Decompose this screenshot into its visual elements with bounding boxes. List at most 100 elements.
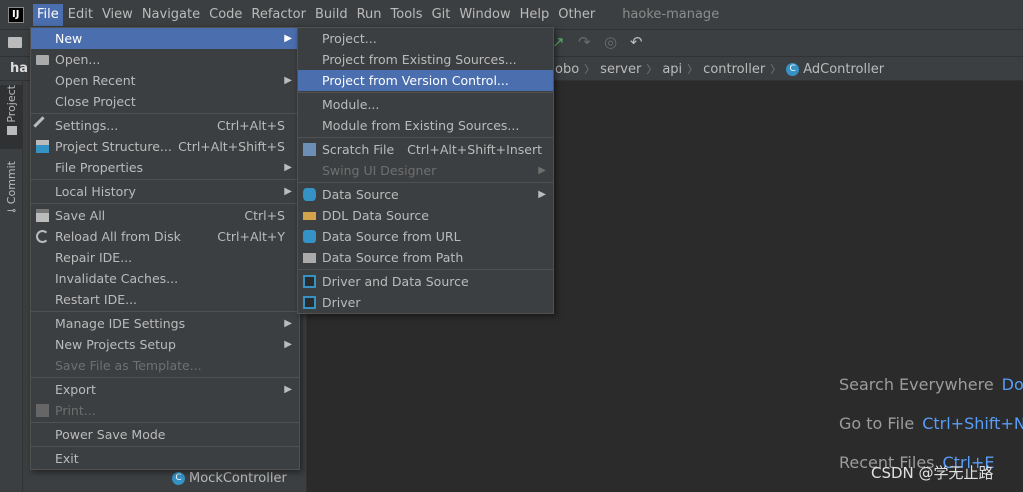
new-submenu: Project... Project from Existing Sources… [297, 27, 554, 314]
commit-icon: ⊸ [6, 204, 17, 218]
file-menu-manage-ide-settings[interactable]: Manage IDE Settings ▶ [31, 313, 299, 334]
menu-item-label: Invalidate Caches... [55, 271, 179, 286]
menu-item-label: Settings... [55, 118, 119, 133]
menu-item-label: Open Recent [55, 73, 136, 88]
menu-help[interactable]: Help [516, 4, 554, 26]
submenu-arrow-icon: ▶ [284, 75, 292, 86]
file-menu-save-as-template: Save File as Template... [31, 355, 299, 376]
menu-item-label: Repair IDE... [55, 250, 133, 265]
menu-file[interactable]: File [33, 3, 63, 26]
menu-item-label: Project Structure... [55, 139, 172, 154]
new-menu-project[interactable]: Project... [298, 28, 553, 49]
class-icon: C [786, 62, 800, 76]
file-menu-power-save-mode[interactable]: Power Save Mode [31, 424, 299, 445]
file-menu-invalidate-caches[interactable]: Invalidate Caches... [31, 268, 299, 289]
file-menu-restart-ide[interactable]: Restart IDE... [31, 289, 299, 310]
new-menu-ddl-data-source[interactable]: DDL Data Source [298, 205, 553, 226]
file-menu-project-structure[interactable]: Project Structure... Ctrl+Alt+Shift+S [31, 136, 299, 157]
menu-item-label: Save All [55, 208, 106, 223]
hint-label: Go to File [839, 414, 915, 433]
file-menu-open-recent[interactable]: Open Recent ▶ [31, 70, 299, 91]
stop-icon: ◎ [604, 33, 618, 51]
new-menu-scratch-file[interactable]: Scratch File Ctrl+Alt+Shift+Insert [298, 139, 553, 160]
menu-item-label: Restart IDE... [55, 292, 138, 307]
file-menu-new[interactable]: New ▶ [31, 28, 299, 49]
save-icon [36, 209, 49, 222]
menu-separator [31, 422, 299, 423]
commit-tab-label: Commit [5, 161, 18, 205]
menu-refactor[interactable]: Refactor [247, 4, 310, 26]
menu-bar-items: File Edit View Navigate Code Refactor Bu… [33, 0, 600, 29]
menu-window[interactable]: Window [455, 4, 514, 26]
new-menu-project-from-vcs[interactable]: Project from Version Control... [298, 70, 553, 91]
menu-separator [31, 179, 299, 180]
menu-build[interactable]: Build [311, 4, 352, 26]
tab-project[interactable]: Project [0, 85, 23, 149]
new-menu-module-existing-sources[interactable]: Module from Existing Sources... [298, 115, 553, 136]
file-menu-open[interactable]: Open... [31, 49, 299, 70]
undo-icon[interactable]: ↶ [630, 33, 643, 51]
menu-separator [298, 137, 553, 138]
file-menu-repair-ide[interactable]: Repair IDE... [31, 247, 299, 268]
menu-run[interactable]: Run [353, 4, 386, 26]
menu-other[interactable]: Other [554, 4, 599, 26]
menu-separator [31, 446, 299, 447]
menu-separator [31, 113, 299, 114]
menu-item-label: Data Source from URL [322, 229, 461, 244]
breadcrumb-item[interactable]: obo [555, 62, 579, 77]
breadcrumb-item[interactable]: controller [703, 62, 765, 77]
menu-navigate[interactable]: Navigate [138, 4, 204, 26]
menu-item-label: Module... [322, 97, 380, 112]
file-menu-new-projects-setup[interactable]: New Projects Setup ▶ [31, 334, 299, 355]
breadcrumb-separator-icon: 〉 [584, 63, 596, 76]
breadcrumb-item-class[interactable]: C AdController [786, 62, 884, 77]
menu-item-label: Exit [55, 451, 79, 466]
submenu-arrow-icon: ▶ [284, 162, 292, 173]
tree-item-label: MockController [189, 471, 287, 486]
submenu-arrow-icon: ▶ [284, 186, 292, 197]
tab-commit[interactable]: Commit ⊸ [0, 161, 23, 225]
file-menu-save-all[interactable]: Save All Ctrl+S [31, 205, 299, 226]
menu-tools[interactable]: Tools [387, 4, 427, 26]
redo-disabled-icon: ↷ [578, 33, 591, 51]
new-menu-module[interactable]: Module... [298, 94, 553, 115]
file-menu-export[interactable]: Export ▶ [31, 379, 299, 400]
file-menu-file-properties[interactable]: File Properties ▶ [31, 157, 299, 178]
folder-icon [303, 253, 316, 263]
menu-code[interactable]: Code [205, 4, 246, 26]
menu-item-label: Power Save Mode [55, 427, 166, 442]
new-menu-data-source[interactable]: Data Source ▶ [298, 184, 553, 205]
menu-item-label: Print... [55, 403, 96, 418]
menu-separator [31, 311, 299, 312]
menu-separator [298, 92, 553, 93]
file-menu-close-project[interactable]: Close Project [31, 91, 299, 112]
file-menu-settings[interactable]: Settings... Ctrl+Alt+S [31, 115, 299, 136]
file-menu-exit[interactable]: Exit [31, 448, 299, 469]
breadcrumb-item[interactable]: server [600, 62, 641, 77]
open-folder-icon[interactable] [8, 37, 22, 48]
menu-separator [31, 377, 299, 378]
menu-git[interactable]: Git [428, 4, 455, 26]
menu-edit[interactable]: Edit [64, 4, 97, 26]
submenu-arrow-icon: ▶ [284, 318, 292, 329]
menu-item-label: Data Source [322, 187, 399, 202]
new-menu-data-source-path[interactable]: Data Source from Path [298, 247, 553, 268]
hint-go-to-file: Go to File Ctrl+Shift+N [839, 414, 1023, 433]
breadcrumb-item[interactable]: api [662, 62, 682, 77]
new-menu-driver[interactable]: Driver [298, 292, 553, 313]
menu-item-label: Project from Version Control... [322, 73, 509, 88]
new-menu-driver-and-data-source[interactable]: Driver and Data Source [298, 271, 553, 292]
menu-item-label: Swing UI Designer [322, 163, 437, 178]
tree-item-mockcontroller[interactable]: C MockController [172, 471, 287, 486]
new-menu-project-existing-sources[interactable]: Project from Existing Sources... [298, 49, 553, 70]
new-menu-data-source-url[interactable]: Data Source from URL [298, 226, 553, 247]
file-menu-reload-all[interactable]: Reload All from Disk Ctrl+Alt+Y [31, 226, 299, 247]
menu-view[interactable]: View [98, 4, 137, 26]
reload-icon [36, 230, 49, 243]
file-menu-local-history[interactable]: Local History ▶ [31, 181, 299, 202]
breadcrumb-class-label: AdController [803, 61, 885, 77]
menu-item-label: File Properties [55, 160, 144, 175]
menu-separator [31, 203, 299, 204]
window-title: haoke-manage [622, 7, 720, 22]
project-root-label[interactable]: ha [10, 61, 28, 76]
